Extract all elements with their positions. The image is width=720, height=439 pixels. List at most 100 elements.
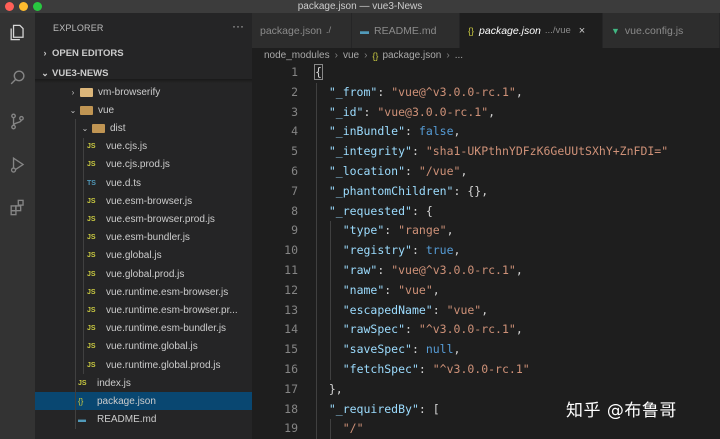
line-number: 8 xyxy=(291,203,298,218)
tab-readme[interactable]: ▬ README.md xyxy=(352,13,460,48)
tab-label: vue.config.js xyxy=(624,24,684,37)
tree-item-label: vue.runtime.global.prod.js xyxy=(106,359,221,371)
breadcrumb-vue[interactable]: vue xyxy=(343,50,359,61)
open-editors-section[interactable]: › OPEN EDITORS xyxy=(35,44,252,62)
javascript-file-icon: JS xyxy=(87,143,96,151)
tree-item[interactable]: JS vue.runtime.global.prod.js xyxy=(35,356,252,374)
tab-package-json-root[interactable]: package.json ./ xyxy=(252,13,352,48)
json-value: "vue@^v3.0.0-rc.1" xyxy=(391,84,516,99)
punctuation: : xyxy=(377,263,392,277)
javascript-file-icon: JS xyxy=(87,361,96,369)
punctuation: : xyxy=(384,282,399,297)
chevron-right-icon: › xyxy=(43,48,47,58)
markdown-file-icon: ▬ xyxy=(360,25,369,36)
json-value: null xyxy=(425,342,454,357)
tree-item-label: index.js xyxy=(97,377,131,389)
json-key: "_inBundle" xyxy=(328,124,406,139)
breadcrumb-more[interactable]: ... xyxy=(455,50,463,61)
code-line: { xyxy=(314,63,323,83)
punctuation: : xyxy=(405,164,419,178)
punctuation: { xyxy=(314,64,323,80)
line-number: 7 xyxy=(291,183,298,198)
json-value: false xyxy=(418,124,454,139)
title-bar: package.json — vue3-News xyxy=(0,0,720,13)
punctuation: : xyxy=(363,104,378,119)
chevron-down-icon: ⌄ xyxy=(69,105,77,115)
line-number: 11 xyxy=(284,263,298,277)
json-value: "vue" xyxy=(398,282,433,297)
tree-item[interactable]: › vm-browserify xyxy=(35,83,252,101)
punctuation: , xyxy=(515,322,523,337)
line-number: 15 xyxy=(284,342,298,357)
code-line: "type": "range", xyxy=(343,221,454,241)
json-file-icon: {} xyxy=(78,396,84,406)
line-number: 4 xyxy=(291,124,298,139)
code-line: "_from": "vue@^v3.0.0-rc.1", xyxy=(329,83,523,103)
json-key: "_id" xyxy=(328,104,364,119)
explorer-title: EXPLORER xyxy=(53,23,104,33)
tree-item[interactable]: JS vue.cjs.prod.js xyxy=(35,156,252,174)
code-line: "fetchSpec": "^v3.0.0-rc.1" xyxy=(343,360,530,380)
tree-item[interactable]: ⌄ vue xyxy=(35,101,252,119)
tree-item[interactable]: JS vue.runtime.global.js xyxy=(35,338,252,356)
tree-item-label: vue.cjs.js xyxy=(106,141,148,153)
watermark: 知乎 @布鲁哥 xyxy=(566,401,677,421)
code-line: }, xyxy=(329,380,343,400)
tree-item-label: package.json xyxy=(97,395,156,407)
tree-item[interactable]: JS vue.esm-bundler.js xyxy=(35,229,252,247)
tree-item[interactable]: JS vue.esm-browser.js xyxy=(35,192,252,210)
code-line: "_id": "vue@3.0.0-rc.1", xyxy=(329,103,495,123)
tree-item[interactable]: JS vue.runtime.esm-browser.pr... xyxy=(35,301,252,319)
tree-item[interactable]: JS vue.global.js xyxy=(35,247,252,265)
tree-item-label: vue.esm-browser.js xyxy=(106,195,193,207)
breadcrumb-package-json[interactable]: package.json xyxy=(382,50,441,61)
tab-description: .../vue xyxy=(544,25,571,36)
line-number: 2 xyxy=(291,84,298,99)
close-window-button[interactable] xyxy=(5,2,14,11)
close-icon[interactable]: × xyxy=(579,25,585,37)
maximize-window-button[interactable] xyxy=(33,2,42,11)
tab-vue-config[interactable]: ▼ vue.config.js xyxy=(603,13,720,48)
breadcrumb-node-modules[interactable]: node_modules xyxy=(264,50,330,61)
tree-item[interactable]: JS index.js xyxy=(35,374,252,392)
code-line: "_location": "/vue", xyxy=(329,162,468,182)
code-line: "registry": true, xyxy=(343,241,461,261)
search-icon[interactable] xyxy=(8,68,27,87)
line-number: 17 xyxy=(284,381,298,396)
javascript-file-icon: JS xyxy=(87,306,96,314)
tab-package-json-vue[interactable]: {} package.json .../vue × xyxy=(460,13,603,48)
line-number: 6 xyxy=(291,164,298,178)
punctuation: : xyxy=(405,322,419,337)
run-debug-icon[interactable] xyxy=(8,155,27,174)
folder-open-icon xyxy=(92,124,105,134)
folder-open-icon xyxy=(80,106,93,116)
json-key: "_from" xyxy=(328,84,378,99)
vue-file-icon: ▼ xyxy=(611,25,620,36)
tree-item[interactable]: JS vue.global.prod.js xyxy=(35,265,252,283)
punctuation: , xyxy=(481,302,489,317)
tree-item[interactable]: JS vue.runtime.esm-bundler.js xyxy=(35,320,252,338)
punctuation: : xyxy=(418,401,433,416)
tree-item[interactable]: TS vue.d.ts xyxy=(35,174,252,192)
tree-item[interactable]: JS vue.runtime.esm-browser.js xyxy=(35,283,252,301)
minimize-window-button[interactable] xyxy=(19,2,28,11)
line-number: 3 xyxy=(291,104,298,119)
tree-item[interactable]: JS vue.cjs.js xyxy=(35,138,252,156)
extensions-icon[interactable] xyxy=(8,198,27,217)
code-editor[interactable]: 1 2 3 4 5 6 7 8 9 10 11 12 13 14 15 16 17 18 19 {"_from": … xyxy=(252,63,720,439)
json-key: "registry" xyxy=(342,243,412,258)
code-line: "_requiredBy": [ xyxy=(329,400,440,420)
tree-item[interactable]: ⌄ dist xyxy=(35,119,252,137)
tree-item[interactable]: ▬ README.md xyxy=(35,411,252,429)
window-controls xyxy=(5,2,42,11)
tree-item-label: vue.esm-bundler.js xyxy=(106,232,190,244)
json-key: "_integrity" xyxy=(328,144,412,159)
tree-item[interactable]: JS vue.esm-browser.prod.js xyxy=(35,210,252,228)
javascript-file-icon: JS xyxy=(87,215,96,223)
more-actions-icon[interactable]: ··· xyxy=(232,19,244,33)
chevron-right-icon: › xyxy=(71,87,75,97)
files-icon[interactable] xyxy=(8,23,27,42)
javascript-file-icon: JS xyxy=(87,288,96,296)
tree-item[interactable]: {} package.json xyxy=(35,392,252,411)
source-control-icon[interactable] xyxy=(8,112,27,131)
